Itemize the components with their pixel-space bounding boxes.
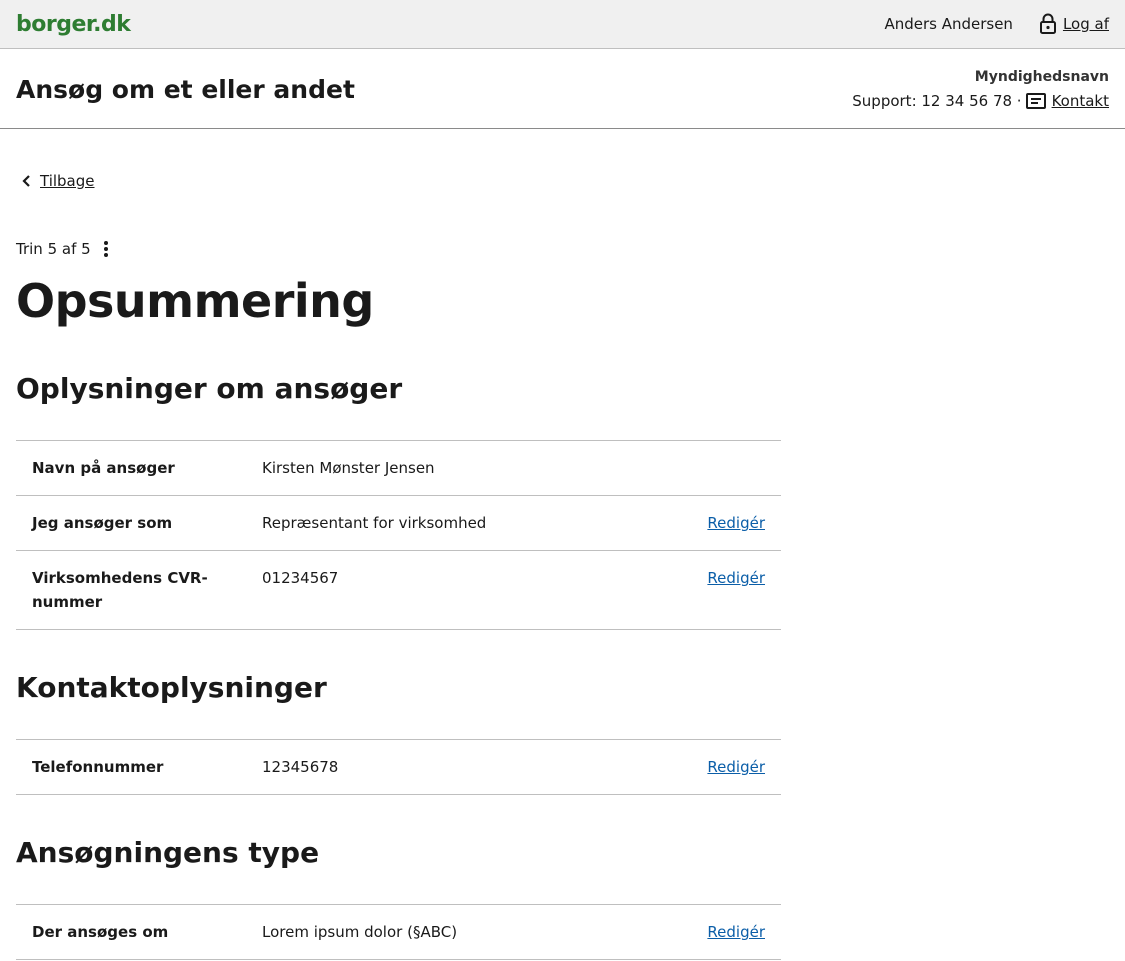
logout-link[interactable]: Log af <box>1039 13 1109 35</box>
step-text: Trin 5 af 5 <box>16 240 91 258</box>
chevron-left-icon <box>22 175 30 187</box>
support-phone: Support: 12 34 56 78 · <box>852 91 1022 110</box>
application-title: Ansøg om et eller andet <box>16 75 355 104</box>
section-title-applicant: Oplysninger om ansøger <box>16 372 403 405</box>
lock-icon <box>1039 13 1056 34</box>
summary-table-application-type: Der ansøges om Lorem ipsum dolor (§ABC) … <box>16 904 781 960</box>
portal-user-area: Anders Andersen Log af <box>884 13 1109 35</box>
row-label: Der ansøges om <box>16 904 246 960</box>
more-vertical-icon[interactable] <box>101 239 111 259</box>
back-label: Tilbage <box>40 172 95 190</box>
back-link[interactable]: Tilbage <box>22 172 95 190</box>
row-value: Repræsentant for virksomhed <box>246 495 666 551</box>
row-label: Telefonnummer <box>16 739 246 795</box>
contact-label: Kontakt <box>1051 91 1109 110</box>
row-action: Redigér <box>666 550 781 630</box>
row-value: 01234567 <box>246 550 666 630</box>
contact-link[interactable]: Kontakt <box>1025 89 1109 113</box>
edit-link[interactable]: Redigér <box>707 569 765 587</box>
authority-name: Myndighedsnavn <box>974 68 1109 85</box>
row-value: Kirsten Mønster Jensen <box>246 440 666 496</box>
row-action: Redigér <box>666 904 781 960</box>
summary-table-contact: Telefonnummer 12345678 Redigér <box>16 739 781 795</box>
edit-link[interactable]: Redigér <box>707 758 765 776</box>
table-row: Der ansøges om Lorem ipsum dolor (§ABC) … <box>16 904 781 960</box>
edit-link[interactable]: Redigér <box>707 923 765 941</box>
table-row: Navn på ansøger Kirsten Mønster Jensen <box>16 440 781 496</box>
edit-link[interactable]: Redigér <box>707 514 765 532</box>
summary-table-applicant: Navn på ansøger Kirsten Mønster Jensen J… <box>16 440 781 630</box>
row-value: 12345678 <box>246 739 666 795</box>
row-label: Navn på ansøger <box>16 440 246 496</box>
support-line: Support: 12 34 56 78 · Kontakt <box>852 89 1109 113</box>
row-action: Redigér <box>666 739 781 795</box>
row-action <box>666 440 781 496</box>
logout-label: Log af <box>1062 15 1109 33</box>
section-title-application-type: Ansøgningens type <box>16 836 320 869</box>
page-title: Opsummering <box>16 274 374 328</box>
user-name: Anders Andersen <box>884 15 1013 33</box>
row-action: Redigér <box>666 495 781 551</box>
authority-info: Myndighedsnavn Support: 12 34 56 78 · Ko… <box>852 65 1109 113</box>
row-label: Virksomhedens CVR-nummer <box>16 550 246 630</box>
borger-dk-logo[interactable]: borger.dk <box>16 12 131 37</box>
table-row: Virksomhedens CVR-nummer 01234567 Redigé… <box>16 550 781 630</box>
step-indicator: Trin 5 af 5 <box>16 239 1109 259</box>
message-icon <box>1025 92 1046 109</box>
table-row: Jeg ansøger som Repræsentant for virksom… <box>16 495 781 551</box>
table-row: Telefonnummer 12345678 Redigér <box>16 739 781 795</box>
row-label: Jeg ansøger som <box>16 495 246 551</box>
main-content: Tilbage Trin 5 af 5 Opsummering Oplysnin… <box>0 129 1125 960</box>
row-value: Lorem ipsum dolor (§ABC) <box>246 904 666 960</box>
section-title-contact: Kontaktoplysninger <box>16 671 327 704</box>
app-header: Ansøg om et eller andet Myndighedsnavn S… <box>0 49 1125 129</box>
portal-bar: borger.dk Anders Andersen Log af <box>0 0 1125 49</box>
